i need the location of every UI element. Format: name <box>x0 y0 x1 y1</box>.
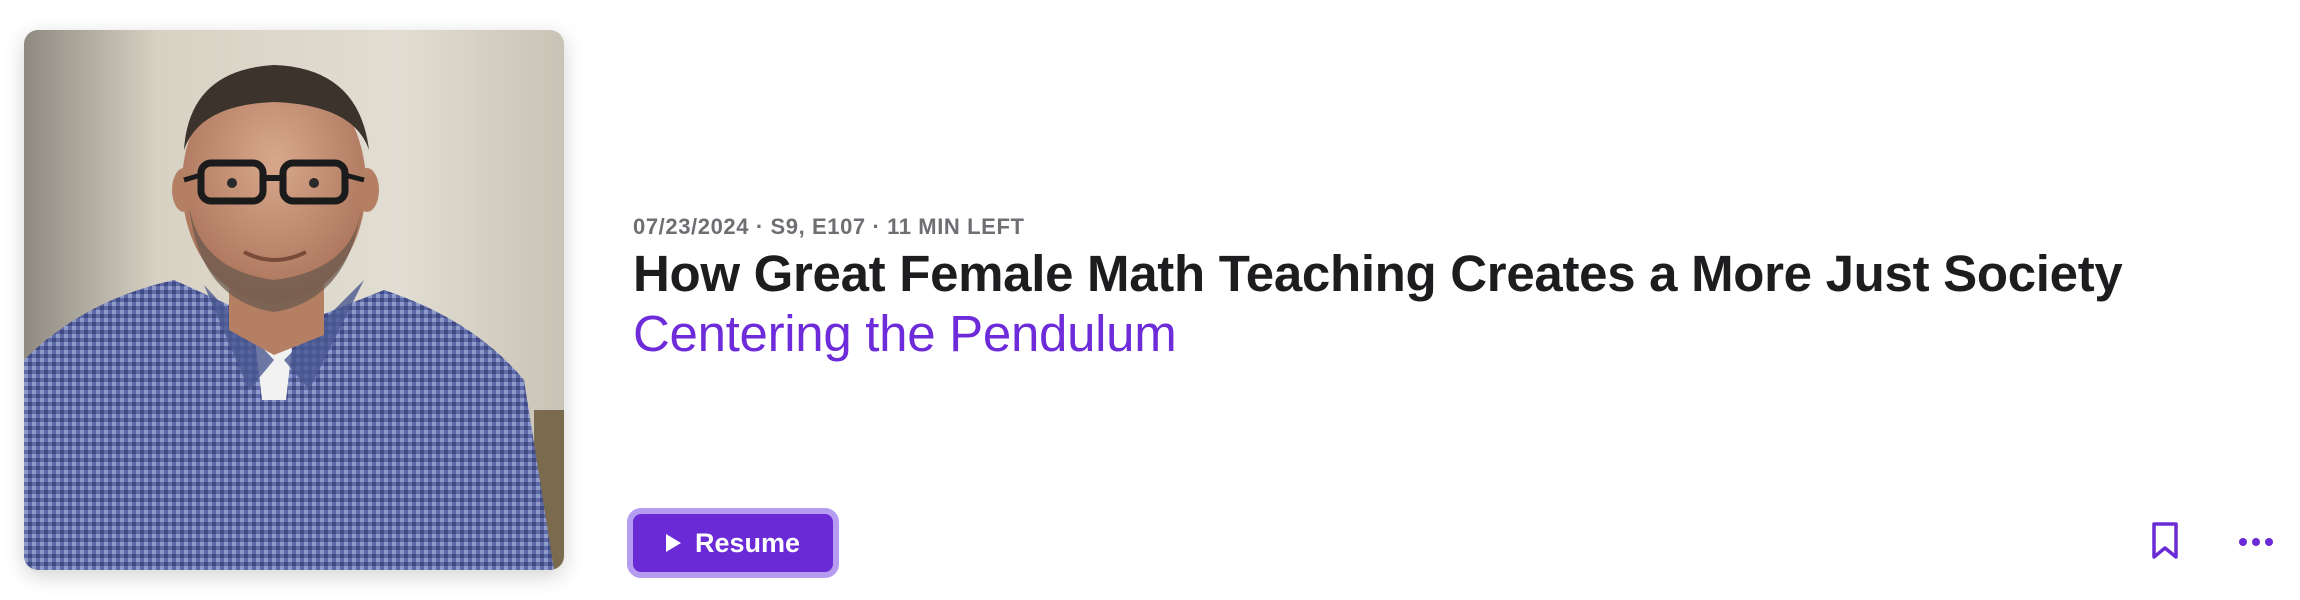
ellipsis-icon <box>2239 538 2273 546</box>
episode-artwork <box>24 30 564 570</box>
bookmark-button[interactable] <box>2150 521 2180 561</box>
episode-meta: 07/23/2024 · S9, E107 · 11 MIN LEFT <box>633 214 1025 239</box>
more-options-button[interactable] <box>2238 530 2274 554</box>
episode-header: 07/23/2024 · S9, E107 · 11 MIN LEFT How … <box>0 0 2300 600</box>
show-name-link[interactable]: Centering the Pendulum <box>633 304 1177 363</box>
play-icon <box>665 534 681 552</box>
bookmark-icon <box>2152 522 2178 559</box>
resume-button[interactable]: Resume <box>627 508 839 578</box>
resume-label: Resume <box>694 527 801 558</box>
episode-title: How Great Female Math Teaching Creates a… <box>633 245 2123 302</box>
